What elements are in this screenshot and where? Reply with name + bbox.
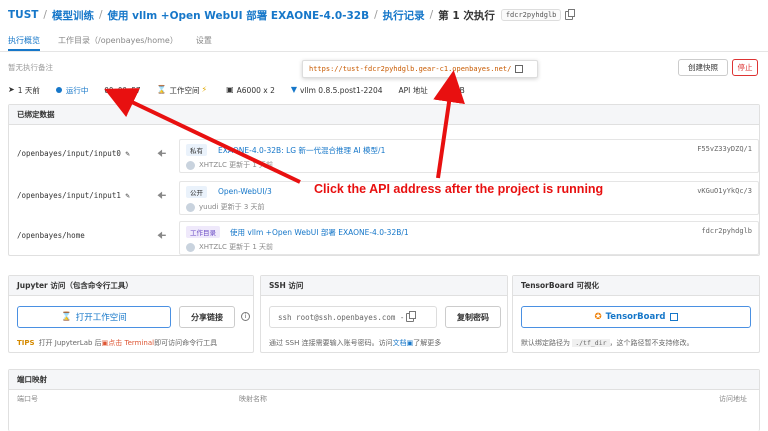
bound-data-panel: 已绑定数据 /openbayes/input/input0 ✎ 🠈 私有 EXA… [8, 104, 760, 256]
dataset-meta: XHTZLC 更新于 1 天前 [186, 242, 273, 252]
rocket-icon: ➤ [8, 85, 15, 94]
bound-data-title: 已绑定数据 [9, 105, 759, 125]
avatar [186, 242, 195, 252]
visibility-tag: 公开 [186, 186, 207, 198]
api-url-link[interactable]: https://tust-fdcr2pyhdglb.gear-c1.openba… [309, 65, 511, 73]
dataset-card[interactable]: 私有 EXAONE-4.0-32B: LG 新一代混合推理 AI 模型/1 F5… [179, 139, 759, 173]
breadcrumb-separator: / [43, 9, 47, 21]
dataset-link[interactable]: Open-WebUI/3 [218, 187, 272, 196]
create-snapshot-button[interactable]: 创建快照 [678, 59, 728, 76]
breadcrumb-separator: / [98, 9, 103, 21]
vllm-logo-icon: ▼ [290, 85, 297, 94]
running-dot-icon [55, 87, 62, 93]
breadcrumb-separator: / [429, 9, 434, 21]
tab-overview[interactable]: 执行概览 [8, 30, 40, 51]
mount-pin-icon: ✎ [125, 191, 130, 200]
avatar [186, 160, 195, 170]
tensorboard-logo-icon: ✪ [594, 312, 602, 322]
run-duration: 00:00:57 [104, 85, 141, 95]
image-spec: ▼ vllm 0.8.5.post1-2204 [290, 85, 383, 95]
tensorboard-panel: TensorBoard 可视化 ✪ TensorBoard 默认绑定路径为 ./t… [512, 275, 760, 353]
col-port: 端口号 [17, 395, 38, 403]
api-address-link[interactable]: API 地址 [399, 85, 428, 96]
share-link-button[interactable]: 分享链接 [179, 306, 235, 328]
tensorboard-note: 默认绑定路径为 ./tf_dir ，这个路径暂不支持修改。 [521, 339, 694, 347]
visibility-tag: 私有 [186, 144, 207, 156]
port-mapping-title: 端口映射 [9, 370, 759, 390]
breadcrumb-section[interactable]: 模型训练 [52, 8, 94, 23]
tensorboard-title: TensorBoard 可视化 [513, 276, 759, 296]
ssh-title: SSH 访问 [261, 276, 507, 296]
breadcrumb-separator: / [374, 9, 378, 21]
external-link-icon[interactable] [515, 65, 524, 73]
avatar [186, 202, 195, 212]
exec-code-chip: fdcr2pyhdglb [500, 9, 562, 21]
dataset-meta: XHTZLC 更新于 1 天前 [186, 160, 273, 170]
tab-settings[interactable]: 设置 [196, 30, 212, 51]
breadcrumb-current: 第 1 次执行 [438, 9, 495, 22]
jupyter-title: Jupyter 访问（包含命令行工具） [9, 276, 253, 296]
external-link-icon [669, 313, 678, 321]
tf-dir-path: ./tf_dir [572, 339, 610, 347]
mount-path: /openbayes/input/input0 ✎ [17, 149, 130, 158]
run-state: 运行中 [55, 85, 88, 96]
status-bar: ➤ 1 天前 运行中 00:00:57 ⌛ 工作空间 ⚡ ▣ A6000 x 2 ▼ vl… [8, 84, 768, 96]
stop-button[interactable]: 停止 [732, 59, 758, 76]
jupyter-tips: TIPS 打开 JupyterLab 后▣点击 Terminal即可访问命令行工具 [17, 339, 218, 347]
workspace-link[interactable]: ⌛ 工作空间 ⚡ [156, 85, 210, 96]
col-name: 映射名称 [239, 395, 267, 403]
left-arrow-icon: 🠈 [157, 149, 167, 160]
tab-bar: 执行概览 工作目录（/openbayes/home） 设置 [0, 30, 768, 52]
port-mapping-panel: 端口映射 端口号 映射名称 访问地址 [8, 369, 760, 431]
tab-workdir[interactable]: 工作目录（/openbayes/home） [58, 30, 178, 51]
terminal-hint: ▣点击 Terminal [101, 339, 155, 347]
created-time: ➤ 1 天前 [8, 85, 40, 95]
mount-path: /openbayes/home [17, 231, 85, 240]
dataset-hash: vKGuO1yYkQc/3 [697, 187, 752, 195]
left-arrow-icon: 🠈 [157, 191, 167, 202]
hourglass-icon: ⌛ [156, 85, 167, 94]
tensorboard-button[interactable]: ✪ TensorBoard [521, 306, 751, 328]
chip-icon: ▣ [226, 85, 234, 94]
breadcrumb-org[interactable]: TUST [8, 9, 38, 21]
ssh-command-field[interactable]: ssh root@ssh.openbayes.com - [269, 306, 437, 328]
col-url: 访问地址 [719, 395, 747, 403]
workdir-tag: 工作目录 [186, 226, 220, 238]
left-arrow-icon: 🠈 [157, 231, 167, 242]
ssh-panel: SSH 访问 ssh root@ssh.openbayes.com - 复制密码… [260, 275, 508, 353]
copy-password-button[interactable]: 复制密码 [445, 306, 501, 328]
jupyter-panel: Jupyter 访问（包含命令行工具） ⌛ 打开工作空间 分享链接 i TIPS 打… [8, 275, 254, 353]
hourglass-icon: ⌛ [61, 312, 72, 322]
info-icon[interactable]: i [241, 312, 250, 321]
dataset-meta: yuudi 更新于 3 天前 [186, 202, 265, 212]
copy-icon[interactable] [406, 310, 417, 322]
dataset-hash: fdcr2pyhdglb [701, 227, 752, 235]
execution-remark: 暂无执行备注 [8, 63, 53, 72]
mount-pin-icon: ✎ [125, 149, 130, 158]
mount-row: /openbayes/input/input0 ✎ 🠈 私有 EXAONE-4.… [9, 135, 763, 175]
dataset-link[interactable]: 使用 vllm +Open WebUI 部署 EXAONE-4.0-32B/1 [230, 227, 409, 238]
api-url-popover[interactable]: https://tust-fdcr2pyhdglb.gear-c1.openba… [302, 60, 538, 78]
copy-icon[interactable] [565, 8, 576, 20]
open-workspace-button[interactable]: ⌛ 打开工作空间 [17, 306, 171, 328]
mount-row: /openbayes/home 🠈 工作目录 使用 vllm +Open Web… [9, 217, 763, 257]
breadcrumb: TUST / 模型训练 / 使用 vllm +Open WebUI 部署 EXA… [0, 0, 768, 30]
docs-link[interactable]: 文档 [393, 339, 407, 347]
dataset-hash: F55vZ33yDZQ/1 [697, 145, 752, 153]
mount-path: /openbayes/input/input1 ✎ [17, 191, 130, 200]
dataset-card[interactable]: 工作目录 使用 vllm +Open WebUI 部署 EXAONE-4.0-3… [179, 221, 759, 255]
breadcrumb-project[interactable]: 使用 vllm +Open WebUI 部署 EXAONE-4.0-32B [108, 8, 370, 23]
lightning-icon: ⚡ [201, 85, 208, 94]
annotation-text: Click the API address after the project … [314, 182, 604, 196]
ssh-note: 通过 SSH 连接需要输入账号密码。访问文档▣了解更多 [269, 339, 442, 347]
gpu-spec: ▣ A6000 x 2 [226, 85, 275, 95]
breadcrumb-records[interactable]: 执行记录 [383, 8, 425, 23]
storage-size: GB [453, 85, 465, 95]
dataset-link[interactable]: EXAONE-4.0-32B: LG 新一代混合推理 AI 模型/1 [218, 145, 385, 156]
